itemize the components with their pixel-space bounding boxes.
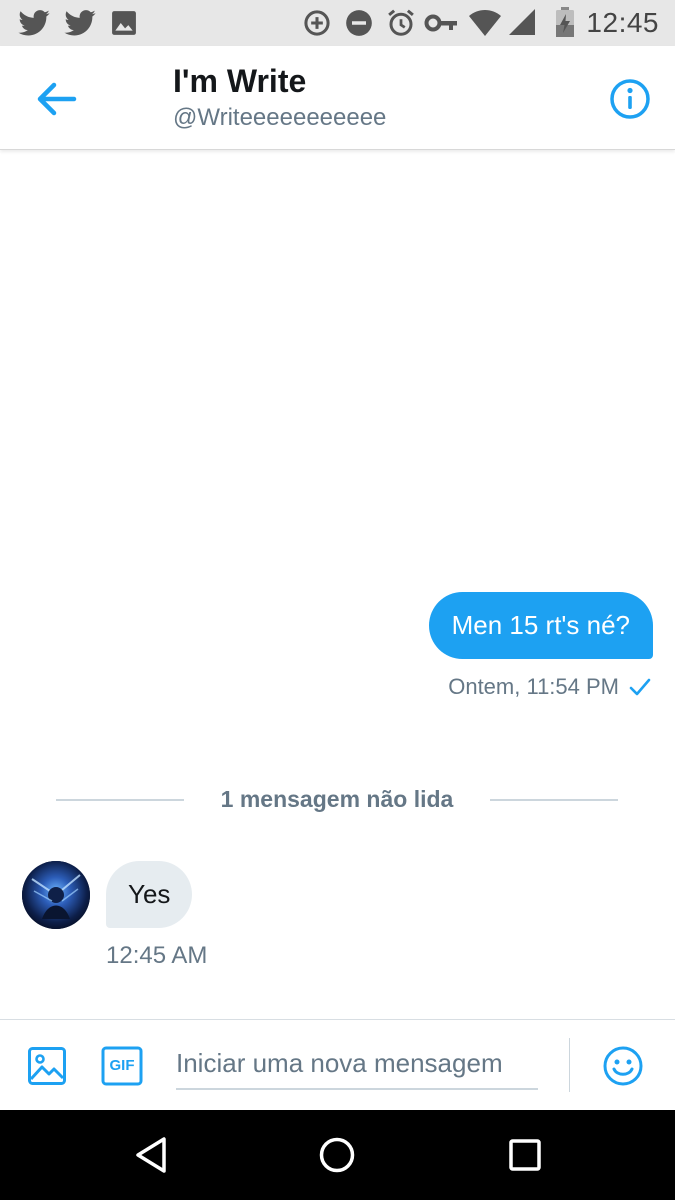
wifi-icon (469, 10, 501, 36)
emoji-icon (603, 1046, 643, 1086)
received-message-bubble[interactable]: Yes (106, 861, 193, 928)
avatar-image (22, 861, 90, 929)
back-button[interactable] (30, 76, 80, 122)
conversation-handle: @Writeeeeeeeeeee (173, 104, 387, 131)
twitter-icon (18, 10, 50, 36)
dm-conversation-screen: 12:45 I'm Write @Writeeeeeeeeeee Men 15 … (0, 0, 675, 1200)
avatar[interactable] (22, 861, 90, 929)
battery-charging-icon (556, 7, 574, 37)
square-recents-icon (509, 1139, 541, 1171)
data-saver-icon (304, 10, 330, 36)
divider-line-right (490, 799, 618, 801)
checkmark-icon (629, 678, 651, 696)
unread-divider: 1 mensagem não lida (56, 786, 618, 814)
twitter-icon (64, 10, 96, 36)
status-bar: 12:45 (0, 0, 675, 46)
sent-message-bubble[interactable]: Men 15 rt's né? (428, 592, 653, 659)
image-icon (28, 1047, 66, 1085)
nav-recents-button[interactable] (500, 1132, 550, 1178)
back-arrow-icon (37, 82, 77, 116)
signal-icon (509, 9, 535, 35)
sent-message-timestamp: Ontem, 11:54 PM (448, 674, 619, 699)
circle-home-icon (319, 1137, 355, 1173)
image-icon (112, 11, 136, 35)
nav-home-button[interactable] (312, 1132, 362, 1178)
triangle-back-icon (136, 1137, 166, 1173)
info-icon (610, 79, 650, 119)
nav-back-button[interactable] (128, 1132, 178, 1178)
vpn-key-icon (424, 14, 457, 32)
sent-message-meta: Ontem, 11:54 PM (448, 673, 651, 701)
message-composer: GIF (0, 1019, 675, 1110)
alarm-icon (388, 9, 414, 36)
gif-label: GIF (109, 1057, 135, 1074)
info-button[interactable] (606, 76, 654, 122)
system-navigation-bar (0, 1110, 675, 1200)
message-input[interactable] (176, 1038, 538, 1090)
received-message-timestamp: 12:45 AM (106, 942, 208, 969)
conversation-name: I'm Write (173, 63, 307, 99)
composer-separator (569, 1038, 570, 1092)
status-time: 12:45 (586, 7, 659, 38)
emoji-button[interactable] (602, 1045, 644, 1087)
do-not-disturb-icon (346, 10, 372, 36)
add-gif-button[interactable]: GIF (101, 1046, 143, 1086)
conversation-header: I'm Write @Writeeeeeeeeeee (0, 46, 675, 150)
add-image-button[interactable] (27, 1046, 67, 1086)
